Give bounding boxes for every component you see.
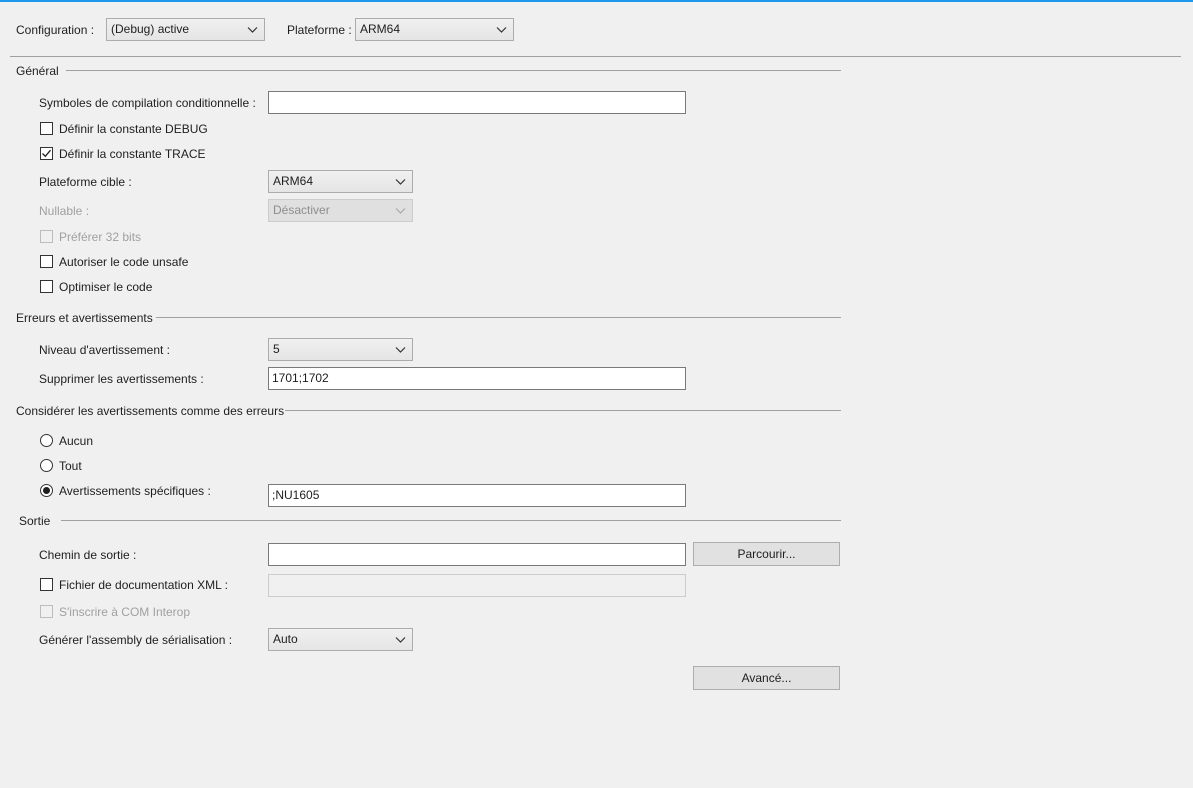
none-radio[interactable] bbox=[40, 434, 53, 447]
xml-doc-label: Fichier de documentation XML : bbox=[59, 578, 228, 592]
serialization-select[interactable]: Auto bbox=[268, 628, 413, 651]
output-path-label: Chemin de sortie : bbox=[39, 548, 137, 562]
errors-group-title: Erreurs et avertissements bbox=[16, 311, 153, 325]
checkmark-icon bbox=[42, 149, 51, 158]
configuration-select[interactable]: (Debug) active bbox=[106, 18, 265, 41]
nullable-value: Désactiver bbox=[273, 203, 330, 217]
chevron-down-icon bbox=[395, 208, 406, 214]
symbols-label: Symboles de compilation conditionnelle : bbox=[39, 96, 256, 110]
serialization-label: Générer l'assembly de sérialisation : bbox=[39, 633, 233, 647]
warning-level-select[interactable]: 5 bbox=[268, 338, 413, 361]
chevron-down-icon bbox=[395, 179, 406, 185]
errors-group-line bbox=[156, 317, 841, 318]
warning-level-label: Niveau d'avertissement : bbox=[39, 343, 171, 357]
unsafe-label: Autoriser le code unsafe bbox=[59, 255, 189, 269]
platform-label: Plateforme : bbox=[287, 23, 352, 37]
specific-warnings-radio[interactable] bbox=[40, 484, 53, 497]
output-path-input[interactable] bbox=[268, 543, 686, 566]
define-debug-checkbox[interactable] bbox=[40, 122, 53, 135]
com-interop-checkbox bbox=[40, 605, 53, 618]
nullable-label: Nullable : bbox=[39, 204, 90, 218]
window-top-accent-line bbox=[0, 0, 1193, 2]
serialization-value: Auto bbox=[273, 632, 298, 646]
chevron-down-icon bbox=[247, 27, 258, 33]
optimize-label: Optimiser le code bbox=[59, 280, 153, 294]
output-group-line bbox=[61, 520, 841, 521]
general-group-title: Général bbox=[16, 64, 59, 78]
output-group-title: Sortie bbox=[19, 514, 51, 528]
all-radio-label: Tout bbox=[59, 459, 82, 473]
chevron-down-icon bbox=[395, 637, 406, 643]
suppress-warnings-input[interactable]: 1701;1702 bbox=[268, 367, 686, 390]
platform-select[interactable]: ARM64 bbox=[355, 18, 514, 41]
optimize-checkbox[interactable] bbox=[40, 280, 53, 293]
chevron-down-icon bbox=[496, 27, 507, 33]
symbols-input[interactable] bbox=[268, 91, 686, 114]
configuration-value: (Debug) active bbox=[111, 22, 190, 36]
browse-button[interactable]: Parcourir... bbox=[693, 542, 840, 566]
target-platform-value: ARM64 bbox=[273, 174, 314, 188]
chevron-down-icon bbox=[395, 347, 406, 353]
xml-doc-checkbox[interactable] bbox=[40, 578, 53, 591]
specific-warnings-input[interactable]: ;NU1605 bbox=[268, 484, 686, 507]
unsafe-checkbox[interactable] bbox=[40, 255, 53, 268]
advanced-button[interactable]: Avancé... bbox=[693, 666, 840, 690]
treat-warnings-group-title: Considérer les avertissements comme des … bbox=[16, 404, 285, 418]
all-radio[interactable] bbox=[40, 459, 53, 472]
platform-value: ARM64 bbox=[360, 22, 401, 36]
prefer32-label: Préférer 32 bits bbox=[59, 230, 142, 244]
specific-warnings-label: Avertissements spécifiques : bbox=[59, 484, 211, 498]
none-radio-label: Aucun bbox=[59, 434, 94, 448]
treat-warnings-group-line bbox=[285, 410, 841, 411]
prefer32-checkbox bbox=[40, 230, 53, 243]
com-interop-label: S'inscrire à COM Interop bbox=[59, 605, 190, 619]
define-trace-checkbox[interactable] bbox=[40, 147, 53, 160]
xml-doc-input bbox=[268, 574, 686, 597]
nullable-select: Désactiver bbox=[268, 199, 413, 222]
define-debug-label: Définir la constante DEBUG bbox=[59, 122, 208, 136]
general-group-line bbox=[66, 70, 841, 71]
configuration-label: Configuration : bbox=[16, 23, 95, 37]
toolbar-separator bbox=[10, 56, 1181, 57]
suppress-warnings-label: Supprimer les avertissements : bbox=[39, 372, 204, 386]
radio-selected-dot bbox=[43, 487, 50, 494]
target-platform-select[interactable]: ARM64 bbox=[268, 170, 413, 193]
define-trace-label: Définir la constante TRACE bbox=[59, 147, 206, 161]
target-platform-label: Plateforme cible : bbox=[39, 175, 132, 189]
warning-level-value: 5 bbox=[273, 342, 280, 356]
